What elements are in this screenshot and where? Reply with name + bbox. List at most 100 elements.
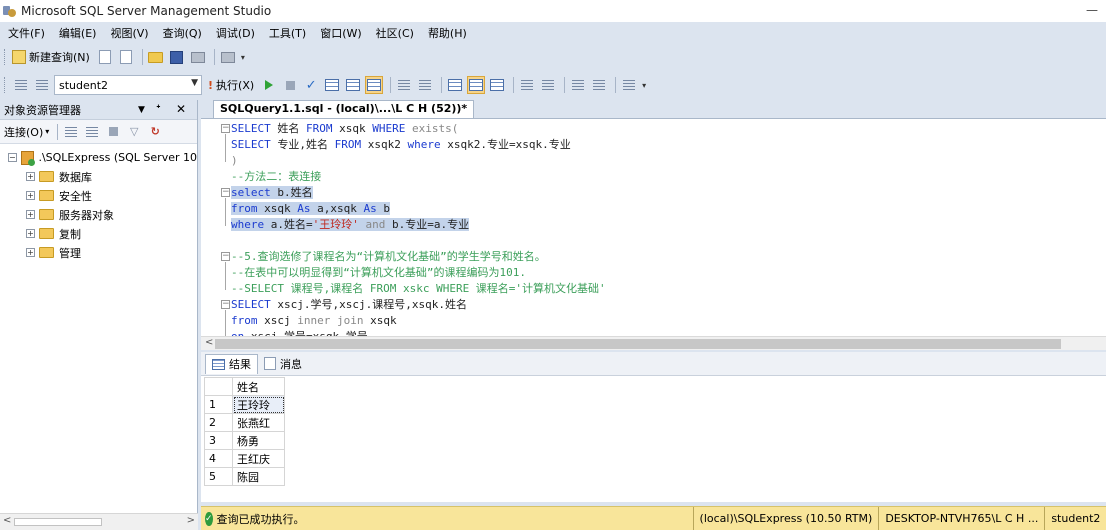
fold-collapse-icon[interactable]: − <box>221 300 230 309</box>
refresh-button[interactable]: ↻ <box>146 123 164 141</box>
code-line[interactable]: --5.查询选修了课程名为“计算机文化基础”的学生学号和姓名。 <box>231 249 606 265</box>
table-row[interactable]: 2 张燕红 <box>204 413 285 432</box>
row-number[interactable]: 5 <box>204 467 233 486</box>
column-header-name[interactable]: 姓名 <box>232 377 285 396</box>
table-row[interactable]: 5 陈园 <box>204 467 285 486</box>
scroll-right-icon[interactable]: > <box>187 515 195 526</box>
tree-node-server[interactable]: − .\SQLExpress (SQL Server 10 <box>0 148 197 167</box>
menu-help[interactable]: 帮助(H) <box>428 25 467 41</box>
tree-node-management[interactable]: + 管理 <box>0 243 197 262</box>
results-to-text-button[interactable] <box>446 76 464 94</box>
panel-menu-icon[interactable]: ▼ <box>138 105 145 115</box>
row-number-header[interactable] <box>204 377 233 396</box>
row-number[interactable]: 3 <box>204 431 233 450</box>
scrollbar-thumb[interactable] <box>215 339 1061 349</box>
parse-button[interactable]: ✓ <box>302 76 320 94</box>
menu-window[interactable]: 窗口(W) <box>320 25 361 41</box>
results-grid[interactable]: 姓名 1 王玲玲 2 张燕红 3 杨勇 4 王红庆 5 陈园 <box>204 377 285 486</box>
row-number[interactable]: 2 <box>204 413 233 432</box>
filter-button[interactable]: ▽ <box>125 123 143 141</box>
stop-button[interactable] <box>104 123 122 141</box>
code-line[interactable]: --SELECT 课程号,课程名 FROM xskc WHERE 课程名='计算… <box>231 281 606 297</box>
code-line[interactable] <box>231 233 606 249</box>
database-select[interactable]: student2 ▼ <box>54 75 202 95</box>
collapse-icon[interactable]: − <box>8 153 17 162</box>
debug-button[interactable] <box>260 76 278 94</box>
display-plan-button[interactable] <box>323 76 341 94</box>
disconnect-button[interactable] <box>83 123 101 141</box>
comment-button[interactable] <box>518 76 536 94</box>
expand-icon[interactable]: + <box>26 210 35 219</box>
tree-node-server-objects[interactable]: + 服务器对象 <box>0 205 197 224</box>
toolbar-overflow-icon[interactable]: ▾ <box>642 81 646 90</box>
expand-icon[interactable]: + <box>26 248 35 257</box>
expand-icon[interactable]: + <box>26 191 35 200</box>
close-icon[interactable]: ✕ <box>176 102 186 116</box>
code-area[interactable]: SELECT 姓名 FROM xsqk WHERE exists(SELECT … <box>231 121 606 336</box>
connect-dropdown[interactable]: 连接(O) <box>4 124 43 140</box>
row-number[interactable]: 1 <box>204 395 233 414</box>
code-line[interactable]: ) <box>231 153 606 169</box>
row-number[interactable]: 4 <box>204 449 233 468</box>
cancel-query-button[interactable] <box>281 76 299 94</box>
tab-results[interactable]: 结果 <box>205 353 258 374</box>
open-file-button[interactable] <box>147 48 165 66</box>
scroll-left-icon[interactable]: < <box>205 337 213 348</box>
fold-collapse-icon[interactable]: − <box>221 124 230 133</box>
decrease-indent-button[interactable] <box>569 76 587 94</box>
tree-node-replication[interactable]: + 复制 <box>0 224 197 243</box>
menu-tools[interactable]: 工具(T) <box>269 25 306 41</box>
code-line[interactable]: on xscj.学号=xsqk.学号 <box>231 329 606 336</box>
print-button[interactable] <box>189 48 207 66</box>
tree-node-security[interactable]: + 安全性 <box>0 186 197 205</box>
tab-messages[interactable]: 消息 <box>258 354 308 374</box>
execute-button[interactable]: ! 执行(X) <box>208 77 254 93</box>
menu-query[interactable]: 查询(Q) <box>163 25 202 41</box>
code-line[interactable]: SELECT 姓名 FROM xsqk WHERE exists( <box>231 121 606 137</box>
code-line[interactable]: from xsqk As a,xsqk As b <box>231 201 606 217</box>
query-tab[interactable]: SQLQuery1.1.sql - (local)\...\L C H (52)… <box>213 100 475 118</box>
activity-monitor-button[interactable] <box>219 48 237 66</box>
object-explorer-scrollbar[interactable]: < > <box>0 513 198 530</box>
code-line[interactable]: SELECT 专业,姓名 FROM xsqk2 where xsqk2.专业=x… <box>231 137 606 153</box>
grid-cell[interactable]: 杨勇 <box>232 431 285 450</box>
code-line[interactable]: --方法二：表连接 <box>231 169 606 185</box>
uncomment-button[interactable] <box>539 76 557 94</box>
grid-cell[interactable]: 王玲玲 <box>232 395 285 414</box>
include-plan-button[interactable] <box>395 76 413 94</box>
fold-collapse-icon[interactable]: − <box>221 188 230 197</box>
menu-edit[interactable]: 编辑(E) <box>59 25 97 41</box>
results-file-button[interactable] <box>488 76 506 94</box>
query-designer-button[interactable] <box>344 76 362 94</box>
grid-cell[interactable]: 王红庆 <box>232 449 285 468</box>
new-query-button[interactable]: 新建查询(N) <box>12 49 90 65</box>
client-statistics-button[interactable] <box>416 76 434 94</box>
toolbar-grip[interactable] <box>4 77 8 93</box>
results-to-grid-toggle[interactable] <box>365 76 384 94</box>
minimize-button[interactable]: — <box>1086 3 1098 17</box>
table-row[interactable]: 3 杨勇 <box>204 431 285 450</box>
results-grid-button[interactable] <box>467 76 486 94</box>
specify-values-button[interactable] <box>620 76 638 94</box>
toolbar-grip[interactable] <box>4 49 8 65</box>
save-button[interactable] <box>168 48 186 66</box>
tree-node-databases[interactable]: + 数据库 <box>0 167 197 186</box>
scrollbar-thumb[interactable] <box>14 518 102 526</box>
menu-file[interactable]: 文件(F) <box>8 25 45 41</box>
menu-debug[interactable]: 调试(D) <box>216 25 255 41</box>
grid-cell[interactable]: 张燕红 <box>232 413 285 432</box>
expand-icon[interactable]: + <box>26 172 35 181</box>
code-line[interactable]: SELECT xscj.学号,xscj.课程号,xsqk.姓名 <box>231 297 606 313</box>
chevron-down-icon[interactable]: ▾ <box>45 127 49 136</box>
connect-button[interactable] <box>12 76 30 94</box>
toolbar-overflow-icon[interactable]: ▾ <box>241 53 245 62</box>
code-line[interactable]: from xscj inner join xsqk <box>231 313 606 329</box>
query-editor[interactable]: − − − − SELECT 姓名 FROM xsqk WHERE exists… <box>201 118 1106 336</box>
code-line[interactable]: where a.姓名='王玲玲' and b.专业=a.专业 <box>231 217 606 233</box>
editor-horizontal-scrollbar[interactable]: < <box>201 336 1106 350</box>
expand-icon[interactable]: + <box>26 229 35 238</box>
new-file-button[interactable] <box>117 48 135 66</box>
table-row[interactable]: 1 王玲玲 <box>204 395 285 414</box>
code-line[interactable]: select b.姓名 <box>231 185 606 201</box>
grid-cell[interactable]: 陈园 <box>232 467 285 486</box>
